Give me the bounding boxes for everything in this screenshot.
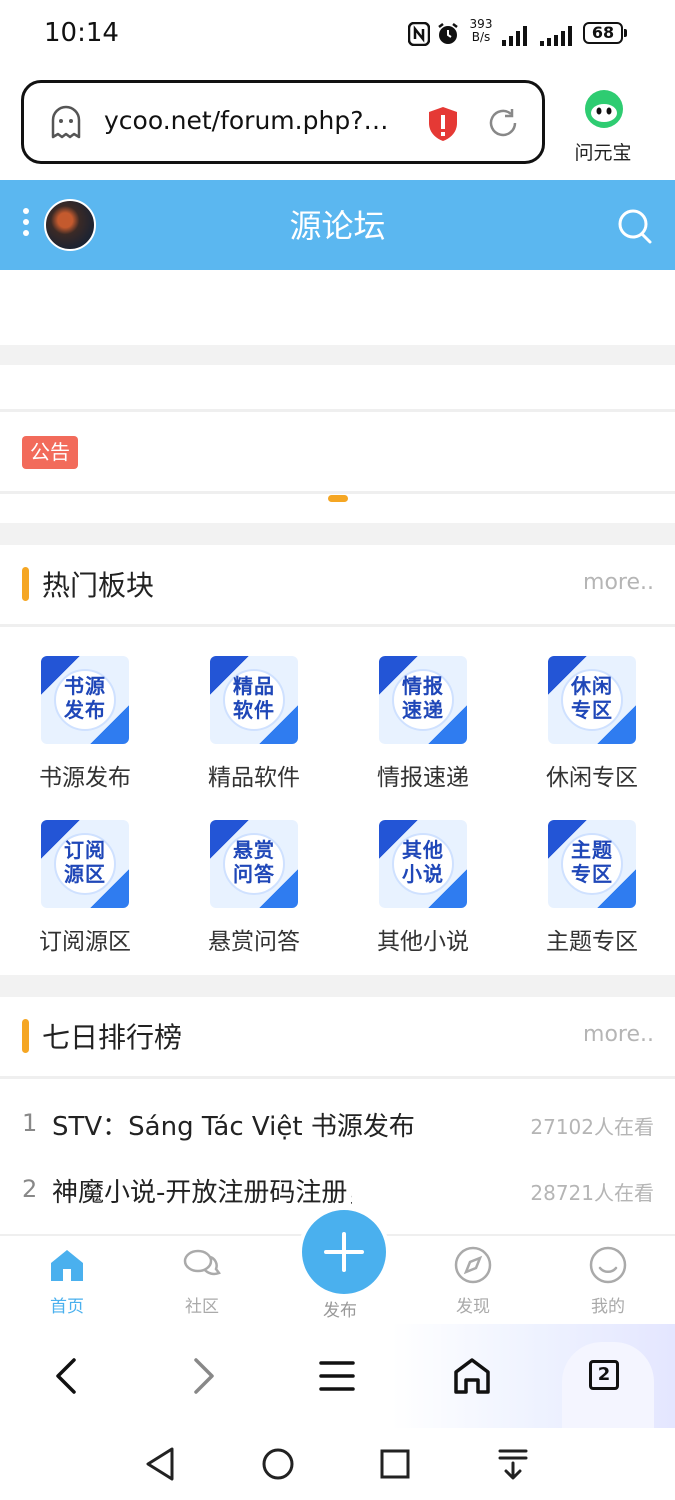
search-icon[interactable] [616,207,654,249]
notice-badge: 公告 [22,436,78,469]
board-item[interactable]: 情报 速递 情报速递 [358,656,488,792]
board-icon: 其他 小说 [379,820,467,908]
board-label: 休闲专区 [546,765,638,791]
tab-community-label: 社区 [185,1297,219,1317]
board-icon: 订阅 源区 [41,820,129,908]
system-notification-icon[interactable] [497,1447,529,1485]
ghost-icon[interactable] [48,104,84,144]
rank-view-count: 28721人在看 [530,1181,654,1205]
board-item[interactable]: 订阅 源区 订阅源区 [20,820,150,956]
divider [0,1076,675,1079]
network-speed: 393 B/s [469,17,493,44]
hot-boards-more-link[interactable]: more.. [560,570,654,595]
menu-lines-icon[interactable] [319,1360,355,1396]
divider [0,491,675,494]
tab-discover-label: 发现 [456,1297,490,1317]
tab-home-label: 首页 [50,1297,84,1317]
battery-tip [624,29,627,37]
board-icon: 主题 专区 [548,820,636,908]
publish-label[interactable]: 发布 [298,1296,382,1321]
divider [0,409,675,412]
hot-boards-title: 热门板块 [42,569,155,602]
section-divider [0,975,675,997]
nfc-icon [407,21,431,52]
ranking-title: 七日排行榜 [42,1021,183,1054]
section-accent-bar [22,567,29,601]
smile-icon [589,1246,627,1284]
board-icon: 书源 发布 [41,656,129,744]
board-label: 情报速递 [377,765,469,791]
url-text[interactable]: ycoo.net/forum.php?m... [104,106,404,135]
board-item[interactable]: 精品 软件 精品软件 [189,656,319,792]
publish-button[interactable] [298,1206,390,1298]
back-icon[interactable] [50,1356,82,1400]
site-title: 源论坛 [289,207,386,245]
board-icon: 精品 软件 [210,656,298,744]
status-time: 10:14 [44,18,119,48]
chat-bubbles-icon [183,1249,221,1276]
plus-icon [324,1232,364,1272]
tab-mine[interactable]: 我的 [558,1246,658,1317]
yuanbao-icon[interactable] [584,89,624,133]
board-item[interactable]: 书源 发布 书源发布 [20,656,150,792]
alarm-icon [436,22,460,52]
board-item[interactable]: 主题 专区 主题专区 [527,820,657,956]
section-accent-bar [22,1019,29,1053]
carousel-indicator [328,495,348,502]
board-label: 订阅源区 [39,929,131,955]
rank-thread-title[interactable]: 神魔小说-开放注册码注册，和论坛 [52,1172,352,1209]
forward-icon[interactable] [188,1356,220,1400]
board-label: 悬赏问答 [208,929,300,955]
board-label: 主题专区 [546,929,638,955]
signal-icon [540,24,576,46]
home-outline-icon[interactable] [452,1356,492,1400]
board-item[interactable]: 其他 小说 其他小说 [358,820,488,956]
system-back-icon[interactable] [144,1446,176,1486]
tab-discover[interactable]: 发现 [423,1246,523,1317]
tab-community[interactable]: 社区 [152,1246,252,1317]
ranking-more-link[interactable]: more.. [560,1022,654,1047]
system-nav-bar [0,1428,675,1500]
signal-icon [502,24,532,46]
section-divider [0,523,675,545]
tabs-count-button[interactable]: 2 [589,1360,619,1390]
system-recents-icon[interactable] [380,1449,410,1483]
board-icon: 休闲 专区 [548,656,636,744]
board-icon: 情报 速递 [379,656,467,744]
rank-thread-title[interactable]: STV：Sáng Tác Việt 书源发布 [52,1106,502,1143]
shield-icon[interactable] [426,105,460,147]
refresh-icon[interactable] [486,106,520,144]
board-label: 其他小说 [377,929,469,955]
board-item[interactable]: 悬赏 问答 悬赏问答 [189,820,319,956]
home-icon [51,1250,83,1281]
section-divider [0,345,675,365]
tab-home[interactable]: 首页 [17,1246,117,1317]
divider [0,624,675,627]
board-label: 书源发布 [39,765,131,791]
tab-mine-label: 我的 [591,1297,625,1317]
rank-view-count: 27102人在看 [530,1115,654,1139]
board-icon: 悬赏 问答 [210,820,298,908]
rank-number: 2 [22,1175,38,1203]
board-item[interactable]: 休闲 专区 休闲专区 [527,656,657,792]
battery-indicator: 68 [583,22,623,44]
system-home-icon[interactable] [261,1447,295,1485]
board-label: 精品软件 [208,765,300,791]
compass-icon [454,1246,492,1284]
rank-number: 1 [22,1109,38,1137]
yuanbao-label[interactable]: 问元宝 [568,138,638,165]
